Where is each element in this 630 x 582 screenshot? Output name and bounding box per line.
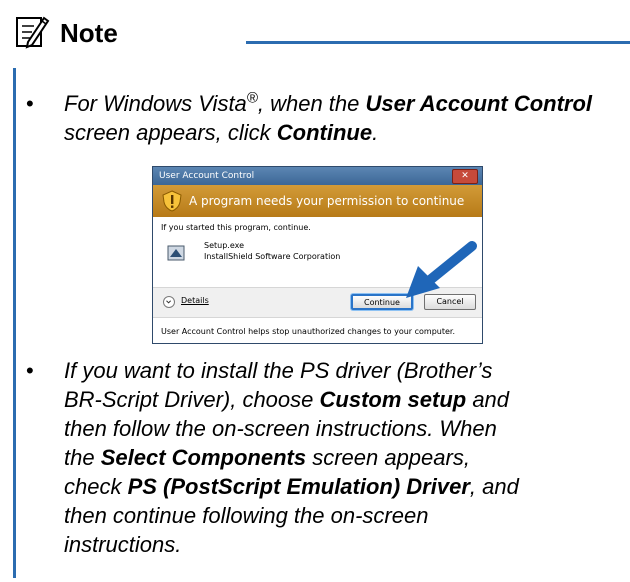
- dialog-banner: A program needs your permission to conti…: [153, 185, 482, 217]
- note-left-rule: [13, 68, 16, 578]
- bullet-ps-driver-text: If you want to install the PS driver (Br…: [64, 358, 519, 557]
- chevron-down-icon[interactable]: [163, 296, 175, 308]
- bullet-marker: •: [26, 91, 34, 116]
- note-title: Note: [60, 18, 118, 48]
- dialog-footer: User Account Control helps stop unauthor…: [153, 317, 482, 343]
- note-header-rule: [246, 41, 630, 44]
- note-pencil-icon: [16, 16, 50, 49]
- bullet-marker: •: [26, 358, 34, 383]
- dialog-title: User Account Control: [159, 171, 255, 181]
- bullet-vista-text: For Windows Vista®, when the User Accoun…: [64, 89, 593, 145]
- setup-app-icon: [167, 245, 185, 261]
- shield-icon: [162, 190, 182, 212]
- banner-text: A program needs your permission to conti…: [189, 194, 465, 208]
- details-toggle[interactable]: Details: [181, 296, 209, 305]
- dialog-titlebar: User Account Control ✕: [153, 167, 482, 185]
- close-button[interactable]: ✕: [452, 169, 478, 184]
- dialog-prompt: If you started this program, continue.: [161, 223, 311, 232]
- program-publisher: InstallShield Software Corporation: [204, 252, 341, 261]
- footer-text: User Account Control helps stop unauthor…: [161, 327, 456, 336]
- pointer-arrow-icon: [406, 241, 477, 298]
- program-name: Setup.exe: [204, 241, 245, 250]
